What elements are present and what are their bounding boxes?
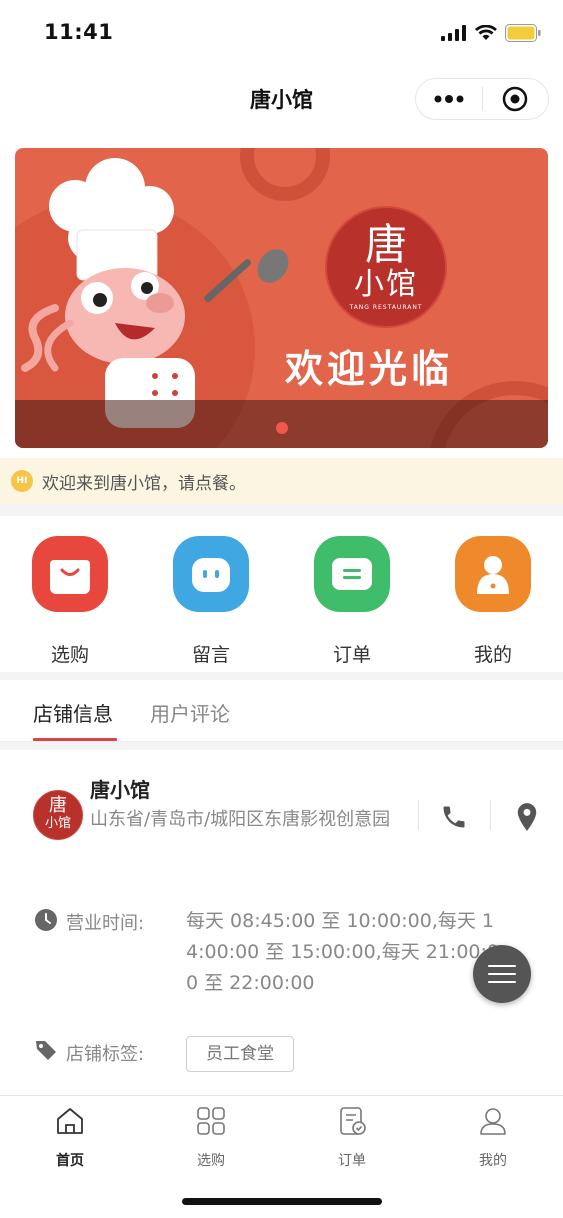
close-miniprogram-button[interactable] bbox=[483, 79, 549, 119]
logo-text-en: TANG RESTAURANT bbox=[349, 304, 423, 311]
tabbar-item-home[interactable]: 首页 bbox=[20, 1104, 120, 1174]
status-icons bbox=[441, 24, 541, 42]
user-icon bbox=[480, 1108, 506, 1135]
wifi-icon bbox=[475, 25, 497, 40]
tabbar-label: 首页 bbox=[56, 1153, 84, 1169]
tabbar-label: 我的 bbox=[479, 1153, 507, 1169]
banner-welcome-text: 欢迎光临 bbox=[285, 346, 454, 391]
quick-action-profile[interactable]: 我的 bbox=[433, 536, 553, 666]
message-face-icon bbox=[173, 536, 249, 612]
more-button[interactable] bbox=[416, 79, 482, 119]
tabbar-label: 选购 bbox=[197, 1153, 225, 1169]
business-hours: 每天 08:45:00 至 10:00:00,每天 14:00:00 至 15:… bbox=[186, 910, 499, 994]
logo-text-sub: 小馆 bbox=[354, 267, 418, 302]
person-icon bbox=[455, 536, 531, 612]
tabbar-item-shop[interactable]: 选购 bbox=[161, 1104, 261, 1174]
home-icon bbox=[57, 1108, 83, 1134]
store-info-panel: 唐 小馆 唐小馆 山东省/青岛市/城阳区东唐影视创意园 营业时间: 每天 08:… bbox=[0, 750, 563, 1095]
quick-action-shop[interactable]: 选购 bbox=[10, 536, 130, 666]
store-name: 唐小馆 bbox=[90, 778, 150, 802]
grid-icon bbox=[197, 1107, 225, 1135]
banner-carousel[interactable]: 唐 小馆 TANG RESTAURANT 欢迎光临 bbox=[15, 148, 548, 448]
more-dots-icon bbox=[434, 95, 464, 103]
store-logo-text-sub: 小馆 bbox=[44, 816, 71, 831]
carousel-indicator-dot[interactable] bbox=[276, 422, 288, 434]
info-tabs: 店铺信息 用户评论 bbox=[0, 680, 563, 742]
tab-store-info[interactable]: 店铺信息 bbox=[33, 698, 113, 727]
mini-program-capsule bbox=[415, 78, 549, 120]
shopping-bag-icon bbox=[32, 536, 108, 612]
status-bar: 11:41 bbox=[0, 0, 563, 66]
floating-menu-button[interactable] bbox=[473, 945, 531, 1003]
order-icon bbox=[340, 1107, 366, 1135]
home-indicator[interactable] bbox=[182, 1198, 382, 1205]
store-logo: 唐 小馆 bbox=[33, 790, 83, 840]
clock-icon bbox=[35, 909, 57, 931]
tabbar-item-profile[interactable]: 我的 bbox=[443, 1104, 543, 1174]
quick-action-label: 选购 bbox=[50, 644, 89, 666]
quick-action-orders[interactable]: 订单 bbox=[292, 536, 412, 666]
store-tag-label: 店铺标签: bbox=[66, 1044, 145, 1065]
notice-text: 欢迎来到唐小馆，请点餐。 bbox=[42, 473, 246, 494]
tabbar-item-orders[interactable]: 订单 bbox=[302, 1104, 402, 1174]
target-icon bbox=[503, 86, 528, 112]
notice-hi-icon: HI bbox=[11, 470, 33, 492]
quick-actions: 选购 留言 订单 我的 bbox=[0, 516, 563, 672]
store-logo-text-main: 唐 bbox=[49, 795, 67, 816]
menu-line bbox=[488, 981, 516, 983]
banner-logo: 唐 小馆 TANG RESTAURANT bbox=[325, 206, 447, 328]
store-address: 山东省/青岛市/城阳区东唐影视创意园 bbox=[90, 809, 391, 830]
tab-active-indicator bbox=[33, 738, 117, 741]
hours-label: 营业时间: bbox=[66, 913, 145, 934]
store-tag-chip: 员工食堂 bbox=[186, 1036, 294, 1072]
phone-icon[interactable] bbox=[440, 803, 468, 831]
quick-action-message[interactable]: 留言 bbox=[151, 536, 271, 666]
banner-section: 唐 小馆 TANG RESTAURANT 欢迎光临 bbox=[0, 132, 563, 458]
logo-text-main: 唐 bbox=[364, 220, 407, 269]
nav-bar: 唐小馆 bbox=[0, 66, 563, 132]
menu-line bbox=[488, 965, 516, 967]
banner-footer bbox=[15, 400, 548, 448]
action-divider bbox=[490, 800, 491, 830]
quick-action-label: 订单 bbox=[332, 644, 371, 666]
quick-action-label: 留言 bbox=[191, 644, 230, 666]
tab-user-reviews[interactable]: 用户评论 bbox=[150, 698, 230, 727]
notice-bar: HI 欢迎来到唐小馆，请点餐。 bbox=[0, 458, 563, 504]
status-time: 11:41 bbox=[44, 20, 114, 44]
battery-icon bbox=[505, 24, 541, 42]
location-pin-icon[interactable] bbox=[513, 802, 541, 832]
menu-line bbox=[488, 973, 516, 975]
ticket-icon bbox=[314, 536, 390, 612]
action-divider bbox=[418, 800, 419, 830]
signal-icon bbox=[441, 25, 466, 41]
tag-icon bbox=[36, 1041, 56, 1060]
quick-action-label: 我的 bbox=[473, 644, 512, 666]
tabbar-label: 订单 bbox=[338, 1153, 366, 1169]
